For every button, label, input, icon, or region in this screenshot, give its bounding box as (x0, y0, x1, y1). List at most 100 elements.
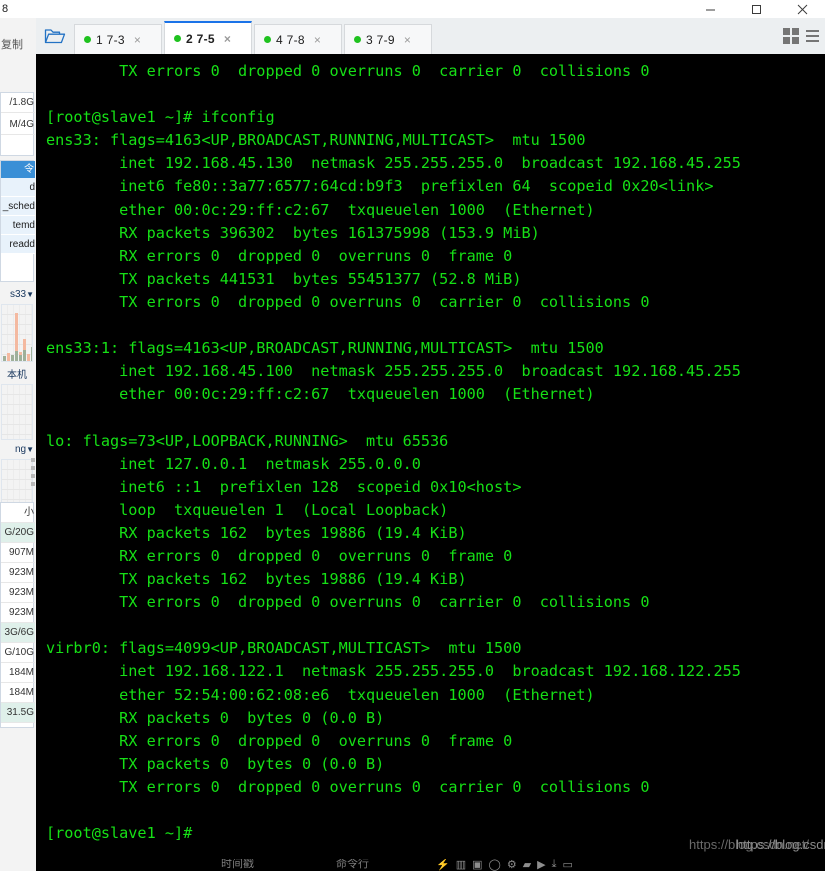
disk-row: 184M (1, 663, 35, 683)
memory-row: M/4G (1, 115, 35, 135)
disk-row: G/10G (1, 643, 35, 663)
process-row[interactable]: d (1, 178, 35, 197)
tab-status-dot-icon (174, 35, 181, 42)
mode-select[interactable]: ng▼ (0, 443, 34, 457)
terminal-line: inet 192.168.45.130 netmask 255.255.255.… (46, 154, 741, 173)
memory-card: /1.8G M/4G (0, 92, 35, 156)
disk-row: 923M (1, 563, 35, 583)
tab-2-7-5[interactable]: 2 7-5 × (164, 21, 252, 54)
watermark-text-2: https://blog.csdn.net/weixin_45784789 (736, 837, 825, 852)
terminal-line: ether 00:0c:29:ff:c2:67 txqueuelen 1000 … (46, 385, 595, 404)
left-dock-panel: 复制 /1.8G M/4G 令 d _sched temd readd s33▼ (0, 18, 36, 871)
terminal-line: RX packets 0 bytes 0 (0.0 B) (46, 708, 385, 727)
tab-3-7-9[interactable]: 3 7-9 × (344, 24, 432, 54)
panel-resize-handle[interactable] (30, 458, 35, 518)
bolt-icon[interactable]: ⚡ (436, 859, 450, 871)
tab-bar-actions (783, 18, 825, 54)
interface-select-value: s33 (9, 289, 27, 300)
terminal-output[interactable]: TX errors 0 dropped 0 overruns 0 carrier… (36, 54, 825, 871)
secondary-chart-top (1, 384, 33, 440)
interface-select[interactable]: s33▼ (0, 288, 34, 302)
terminal-line: TX packets 0 bytes 0 (0.0 B) (46, 754, 385, 773)
tray-icon-group[interactable]: ⚡ ▥ ▣ ◯ ⚙ ▰ ▶ ⤓ ▭ (436, 859, 573, 871)
mode-select-value: ng (14, 444, 27, 455)
list-view-icon[interactable] (806, 30, 819, 42)
terminal-line: TX errors 0 dropped 0 overruns 0 carrier… (46, 62, 650, 80)
tab-close-icon[interactable]: × (134, 34, 141, 46)
tab-bar: 1 7-3 × 2 7-5 × 4 7-8 × 3 7-9 × (36, 18, 825, 54)
minimize-button[interactable] (687, 0, 733, 18)
window-title-fragment: 8 (2, 3, 9, 15)
process-list-header: 令 (1, 161, 35, 178)
terminal-line: TX packets 441531 bytes 55451377 (52.8 M… (46, 269, 522, 288)
tab-close-icon[interactable]: × (314, 34, 321, 46)
terminal-line: TX packets 162 bytes 19886 (19.4 KiB) (46, 570, 467, 589)
disk-row: 923M (1, 603, 35, 623)
disk-row: 31.5G (1, 703, 35, 723)
terminal-line: RX errors 0 dropped 0 overruns 0 frame 0 (46, 731, 513, 750)
terminal-line: RX errors 0 dropped 0 overruns 0 frame 0 (46, 546, 513, 565)
gear-icon[interactable]: ⚙ (507, 859, 517, 871)
chevron-down-icon: ▼ (26, 445, 34, 454)
window-controls (687, 0, 825, 18)
open-folder-icon[interactable] (36, 18, 74, 54)
tab-close-icon[interactable]: × (224, 33, 231, 45)
terminal-line: lo: flags=73<UP,LOOPBACK,RUNNING> mtu 65… (46, 431, 449, 450)
disk-row: 3G/6G (1, 623, 35, 643)
terminal-line: ens33: flags=4163<UP,BROADCAST,RUNNING,M… (46, 131, 586, 150)
tab-4-7-8[interactable]: 4 7-8 × (254, 24, 342, 54)
terminal-line: inet6 fe80::3a77:6577:64cd:b9f3 prefixle… (46, 177, 714, 196)
disk-row: 923M (1, 583, 35, 603)
process-list-card: 令 d _sched temd readd (0, 160, 35, 282)
tray-label-mid: 命令行 (336, 859, 369, 870)
terminal-line: inet 127.0.0.1 netmask 255.0.0.0 (46, 454, 421, 473)
tab-1-7-3[interactable]: 1 7-3 × (74, 24, 162, 54)
terminal-line: RX packets 396302 bytes 161375998 (153.9… (46, 223, 540, 242)
process-row[interactable]: temd (1, 216, 35, 235)
terminal-line: RX packets 162 bytes 19886 (19.4 KiB) (46, 523, 467, 542)
network-sparkline-chart (1, 304, 33, 362)
terminal-line: ether 52:54:00:62:08:e6 txqueuelen 1000 … (46, 685, 595, 704)
maximize-button[interactable] (733, 0, 779, 18)
terminal-line-container: TX errors 0 dropped 0 overruns 0 carrier… (46, 60, 825, 845)
window-icon[interactable]: ▭ (563, 859, 573, 871)
tab-label: 4 7-8 (276, 32, 305, 47)
disk-row: 184M (1, 683, 35, 703)
terminal-line: TX errors 0 dropped 0 overruns 0 carrier… (46, 292, 650, 311)
download-icon[interactable]: ⤓ (552, 859, 557, 871)
copy-label[interactable]: 复制 (1, 36, 23, 52)
chart-icon[interactable]: ▥ (456, 859, 466, 871)
terminal-line: inet 192.168.45.100 netmask 255.255.255.… (46, 362, 741, 381)
title-bar: 8 (0, 0, 825, 18)
disk-row: 907M (1, 543, 35, 563)
terminal-line: TX errors 0 dropped 0 overruns 0 carrier… (46, 593, 650, 612)
tab-label: 1 7-3 (96, 32, 125, 47)
terminal-line: ens33:1: flags=4163<UP,BROADCAST,RUNNING… (46, 339, 604, 358)
disk-row: G/20G (1, 523, 35, 543)
process-row[interactable]: _sched (1, 197, 35, 216)
disk-usage-card: 小 G/20G 907M 923M 923M 923M 3G/6G G/10G … (0, 502, 35, 728)
tab-close-icon[interactable]: × (404, 34, 411, 46)
sparkline-label: 本机 (7, 370, 27, 381)
tab-status-dot-icon (84, 36, 91, 43)
chevron-down-icon: ▼ (26, 290, 34, 299)
folder-icon[interactable]: ▰ (523, 859, 531, 871)
play-icon[interactable]: ▶ (537, 859, 545, 871)
process-row[interactable]: readd (1, 235, 35, 254)
circle-icon[interactable]: ◯ (489, 859, 501, 871)
terminal-line: loop txqueuelen 1 (Local Loopback) (46, 500, 449, 519)
secondary-chart-bottom (1, 459, 33, 503)
grid-view-icon[interactable] (783, 28, 799, 44)
tab-status-dot-icon (264, 36, 271, 43)
memory-row: /1.8G (1, 93, 35, 113)
terminal-line: [root@slave1 ~]# ifconfig (46, 108, 275, 127)
terminal-line: TX errors 0 dropped 0 overruns 0 carrier… (46, 777, 650, 796)
save-icon[interactable]: ▣ (472, 859, 482, 871)
close-button[interactable] (779, 0, 825, 18)
terminal-line: inet 192.168.122.1 netmask 255.255.255.0… (46, 662, 741, 681)
tab-label: 2 7-5 (186, 31, 215, 46)
